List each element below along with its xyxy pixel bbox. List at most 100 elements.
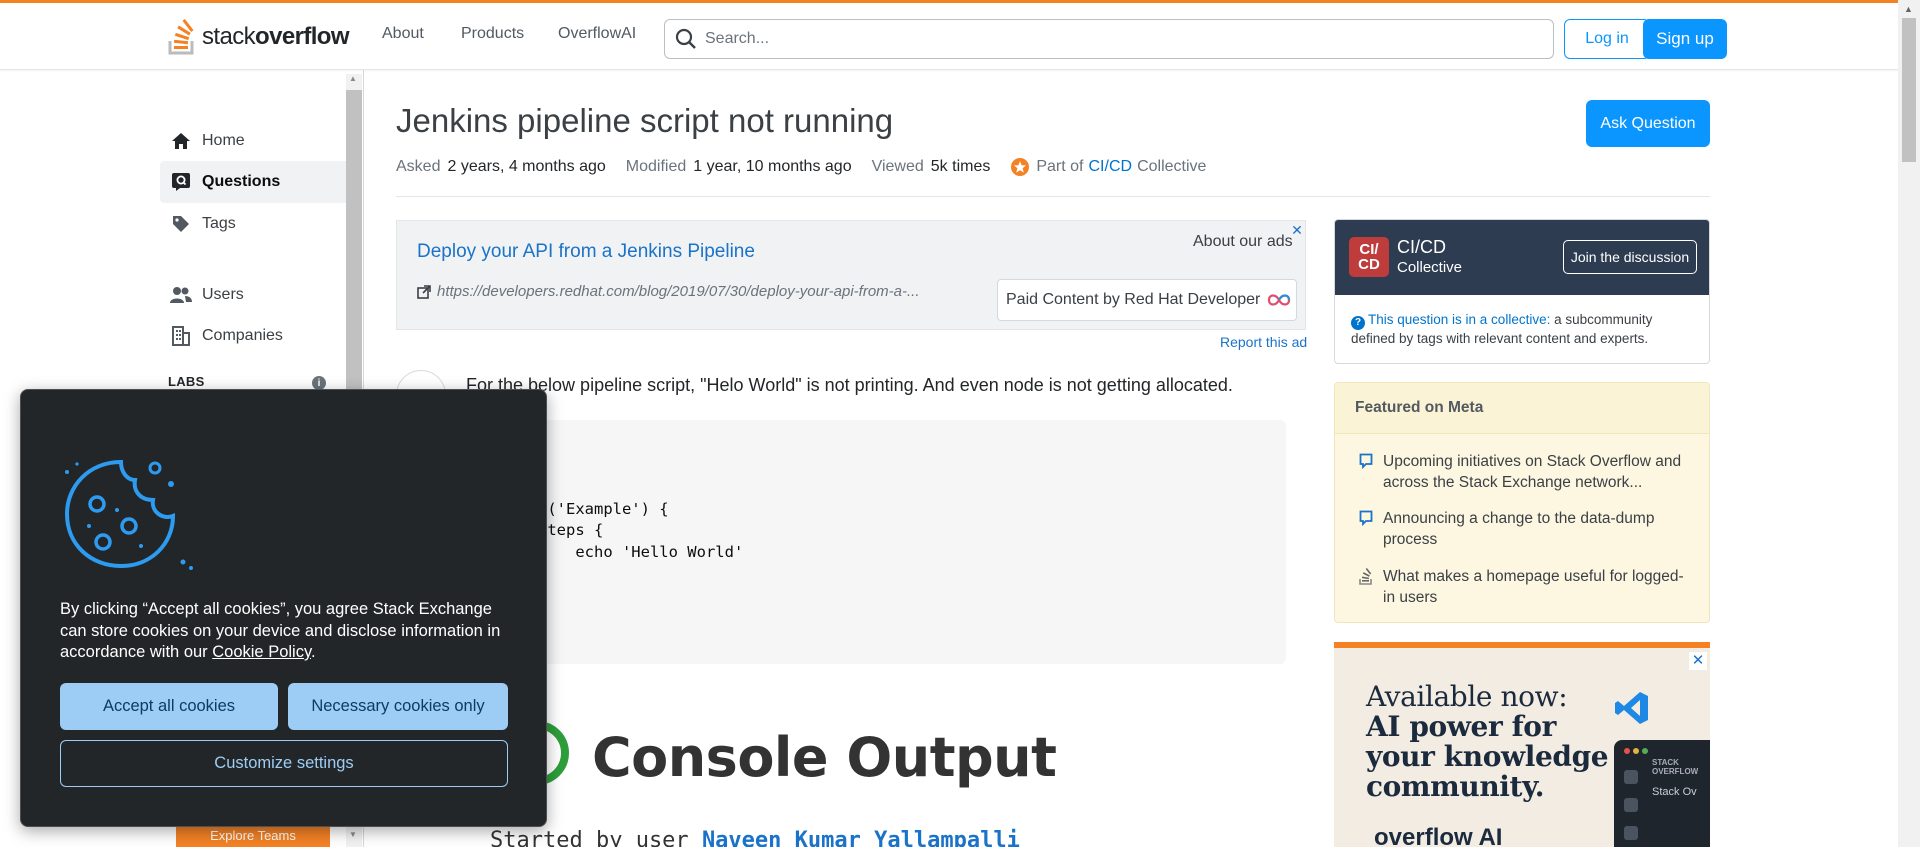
sidebar-item-users[interactable]: Users — [160, 274, 346, 316]
login-button[interactable]: Log in — [1564, 19, 1650, 59]
page-scrollbar-thumb[interactable] — [1902, 18, 1916, 162]
asked-label: Asked — [396, 158, 441, 175]
featured-on-meta-title: Featured on Meta — [1335, 383, 1709, 434]
code-block: ne { nt any ges { stage('Example') { ste… — [466, 420, 1286, 664]
meta-item-link[interactable]: Upcoming initiatives on Stack Overflow a… — [1383, 451, 1695, 493]
collective-header: CI/CD CI/CD Collective Join the discussi… — [1335, 220, 1709, 295]
scroll-down-arrow-icon[interactable]: ▼ — [349, 830, 357, 839]
sidebar-item-tags[interactable]: Tags — [160, 203, 346, 245]
info-icon[interactable]: i — [312, 376, 326, 390]
collective-link[interactable]: CI/CD — [1089, 158, 1133, 176]
meta-item[interactable]: Upcoming initiatives on Stack Overflow a… — [1355, 451, 1695, 493]
post-body-text: For the below pipeline script, "Helo Wor… — [466, 375, 1233, 395]
console-output-title: Console Output — [592, 726, 1057, 789]
advertisement[interactable]: Deploy your API from a Jenkins Pipeline … — [396, 220, 1306, 330]
stack-logo-icon — [168, 19, 194, 55]
paid-content-badge[interactable]: Paid Content by Red Hat Developer — [997, 279, 1297, 321]
customize-settings-button[interactable]: Customize settings — [60, 740, 508, 787]
cookie-text: By clicking “Accept all cookies”, you ag… — [60, 600, 501, 661]
labs-heading: LABS — [168, 374, 205, 389]
accept-all-cookies-button[interactable]: Accept all cookies — [60, 683, 278, 730]
sidebar-item-label: Users — [202, 286, 244, 303]
close-icon[interactable]: ✕ — [1290, 223, 1304, 237]
stack-exchange-icon — [1359, 568, 1372, 585]
ask-question-button[interactable]: Ask Question — [1586, 100, 1710, 147]
viewed-value: 5k times — [930, 158, 991, 175]
divider — [396, 196, 1710, 197]
sidebar-item-home[interactable]: Home — [160, 120, 346, 162]
sidebar-item-label: Tags — [202, 215, 236, 232]
ad-url[interactable]: https://developers.redhat.com/blog/2019/… — [417, 283, 920, 300]
collective-subtitle: Collective — [1397, 259, 1463, 276]
search-icon — [675, 28, 696, 49]
question-title[interactable]: Jenkins pipeline script not running — [396, 102, 893, 140]
cookie-icon — [64, 459, 193, 570]
join-discussion-button[interactable]: Join the discussion — [1563, 240, 1697, 274]
search-placeholder: Search... — [705, 30, 770, 47]
tag-icon — [170, 213, 192, 235]
sidebar-item-label: Companies — [202, 327, 283, 344]
product-screenshot: STACK OVERFLOW Stack Ov — [1614, 740, 1710, 847]
meta-item[interactable]: What makes a homepage useful for logged-… — [1355, 566, 1695, 608]
nav-products[interactable]: Products — [461, 25, 524, 43]
cicd-logo[interactable]: CI/CD — [1349, 237, 1389, 277]
logo-wordmark: stackoverflow — [202, 23, 350, 50]
collective-suffix: Collective — [1137, 158, 1207, 175]
viewed-label: Viewed — [871, 158, 924, 175]
started-by-line: Started by user Naveen Kumar Yallampalli — [490, 828, 1020, 847]
necessary-cookies-button[interactable]: Necessary cookies only — [288, 683, 508, 730]
companies-icon — [170, 325, 192, 347]
paid-content-label: Paid Content by Red Hat Developer — [1006, 291, 1261, 308]
meta-item-link[interactable]: What makes a homepage useful for logged-… — [1383, 566, 1695, 608]
questions-icon — [170, 171, 192, 193]
external-link-icon — [417, 284, 431, 299]
question-meta: Asked 2 years, 4 months ago Modified 1 y… — [396, 157, 1213, 177]
infinity-icon — [1268, 294, 1291, 306]
ad-title[interactable]: Deploy your API from a Jenkins Pipeline — [417, 241, 755, 263]
collective-note-link[interactable]: This question is in a collective: — [1368, 312, 1550, 327]
collective-note: ? This question is in a collective: a sub… — [1351, 311, 1691, 348]
explore-teams-button[interactable]: Explore Teams — [176, 824, 330, 847]
ad2-headline: Available now: AI power for your knowled… — [1366, 680, 1609, 803]
cookie-consent-dialog: By clicking “Accept all cookies”, you ag… — [20, 389, 547, 827]
close-icon[interactable]: ✕ — [1689, 652, 1707, 670]
sidebar-item-companies[interactable]: Companies — [160, 315, 346, 357]
sidebar-item-label: Questions — [202, 173, 281, 190]
report-ad-link[interactable]: Report this ad — [1220, 334, 1307, 350]
collective-icon — [1011, 158, 1030, 176]
meta-item-link[interactable]: Announcing a change to the data-dump pro… — [1383, 508, 1695, 550]
help-icon: ? — [1351, 316, 1365, 330]
scroll-up-arrow-icon[interactable]: ▲ — [1904, 4, 1913, 14]
scroll-up-arrow-icon[interactable]: ▲ — [349, 74, 357, 83]
sidebar-scrollbar-thumb[interactable] — [346, 90, 362, 420]
ad2-brand: overflow AI — [1374, 824, 1503, 847]
nav-about[interactable]: About — [382, 25, 424, 43]
nav-overflowai[interactable]: OverflowAI — [558, 25, 636, 43]
started-user: Naveen Kumar Yallampalli — [701, 828, 1020, 847]
meta-item[interactable]: Announcing a change to the data-dump pro… — [1355, 508, 1695, 550]
signup-button[interactable]: Sign up — [1643, 19, 1727, 59]
console-output-image: Console Output Started by user Naveen Ku… — [466, 700, 1066, 847]
top-bar: stackoverflow About Products OverflowAI … — [0, 0, 1898, 70]
featured-on-meta: Featured on Meta Upcoming initiatives on… — [1334, 382, 1710, 623]
sidebar-item-label: Home — [202, 132, 245, 149]
modified-label: Modified — [625, 158, 687, 175]
cookie-policy-link[interactable]: Cookie Policy — [212, 643, 311, 661]
vscode-icon — [1615, 692, 1648, 724]
ad-url-text: https://developers.redhat.com/blog/2019/… — [437, 283, 920, 300]
overflow-ai-ad[interactable]: Available now: AI power for your knowled… — [1334, 642, 1710, 847]
search-input[interactable]: Search... — [664, 19, 1554, 59]
collective-card: CI/CD CI/CD Collective Join the discussi… — [1334, 219, 1710, 364]
users-icon — [170, 284, 192, 306]
collective-name[interactable]: CI/CD — [1397, 237, 1446, 258]
mock-title: STACK OVERFLOW — [1652, 758, 1699, 776]
sidebar-item-questions[interactable]: Questions — [160, 161, 346, 203]
modified-value[interactable]: 1 year, 10 months ago — [693, 158, 851, 176]
home-icon — [170, 130, 192, 152]
collective-prefix: Part of — [1036, 158, 1084, 175]
about-our-ads-link[interactable]: About our ads — [1193, 233, 1293, 251]
speech-bubble-icon — [1359, 510, 1373, 526]
stackoverflow-logo[interactable]: stackoverflow — [168, 17, 354, 57]
asked-value: 2 years, 4 months ago — [447, 158, 606, 175]
mock-subtitle: Stack Ov — [1652, 786, 1697, 798]
